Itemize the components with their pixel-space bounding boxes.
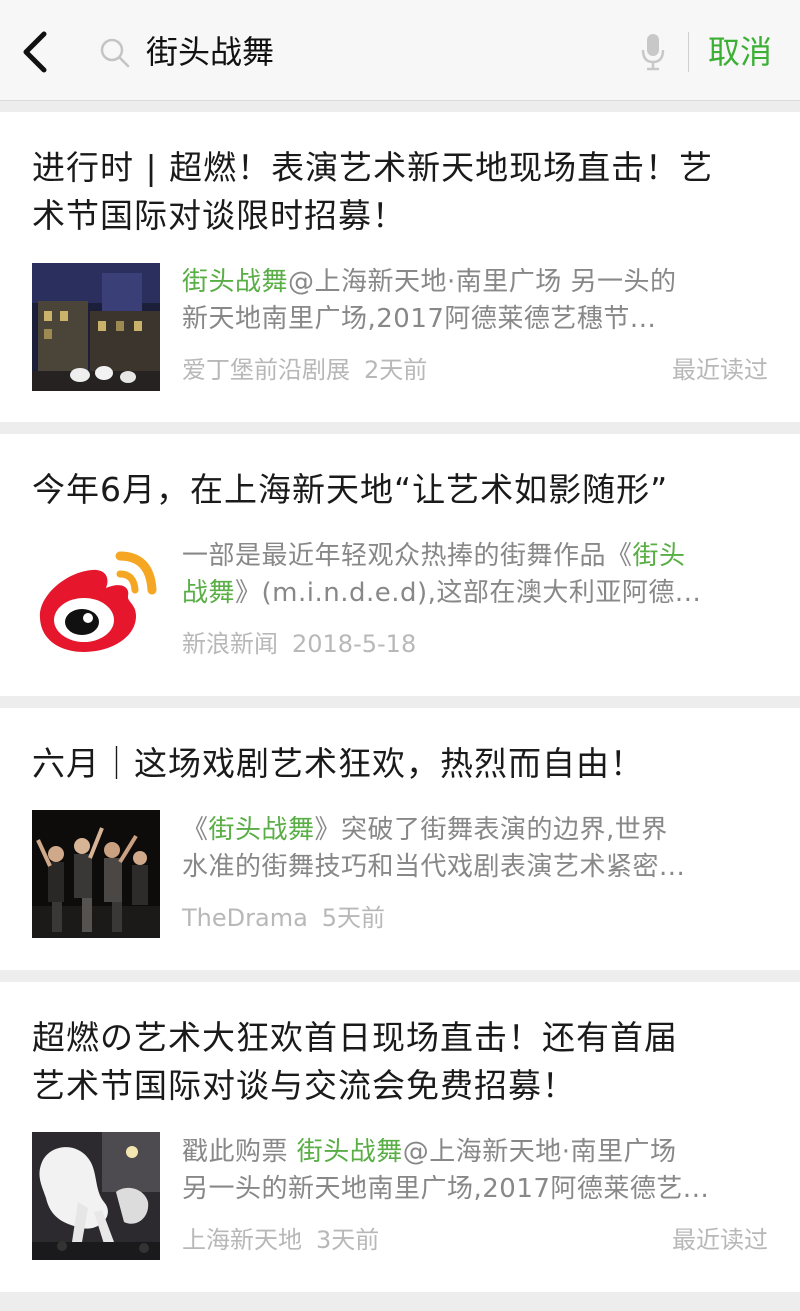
result-meta: 新浪新闻 2018-5-18 — [182, 628, 416, 660]
result-date: 3天前 — [316, 1226, 380, 1254]
recently-read-label: 最近读过 — [672, 356, 768, 384]
result-date: 5天前 — [321, 904, 386, 932]
result-date: 2天前 — [364, 356, 428, 384]
search-icon — [100, 38, 130, 68]
result-thumbnail — [32, 1132, 160, 1260]
result-source: 爱丁堡前沿剧展 — [182, 356, 350, 384]
result-title: 进行时 | 超燃！表演艺术新天地现场直击！艺 术节国际对谈限时招募！ — [32, 148, 714, 235]
dancers-photo-icon — [32, 810, 160, 938]
result-thumbnail — [32, 538, 160, 666]
result-meta: 爱丁堡前沿剧展 2天前 — [182, 354, 427, 386]
result-meta: TheDrama 5天前 — [182, 902, 385, 934]
search-header: 街头战舞 取消 — [0, 0, 800, 101]
result-meta: 上海新天地 3天前 — [182, 1224, 379, 1256]
night-street-photo-icon — [32, 263, 160, 391]
result-card[interactable]: 超燃の艺术大狂欢首日现场直击！还有首届 艺术节国际对谈与交流会免费招募！ 戳此购… — [0, 982, 800, 1292]
recently-read-label: 最近读过 — [672, 1226, 768, 1254]
result-title: 六月｜这场戏剧艺术狂欢，热烈而自由！ — [32, 744, 644, 783]
result-thumbnail — [32, 263, 160, 391]
white-horse-photo-icon — [32, 1132, 160, 1260]
search-input[interactable]: 街头战舞 — [146, 30, 274, 74]
result-snippet: 一部是最近年轻观众热捧的街舞作品《街头 战舞》(m.i.n.d.e.d),这部在… — [182, 541, 702, 608]
result-snippet: 《街头战舞》突破了街舞表演的边界,世界 水准的街舞技巧和当代戏剧表演艺术紧密..… — [182, 815, 686, 882]
result-snippet: 戳此购票 街头战舞@上海新天地·南里广场 另一头的新天地南里广场,2017阿德莱… — [182, 1137, 710, 1204]
result-source: 上海新天地 — [182, 1226, 302, 1254]
result-date: 2018-5-18 — [292, 630, 417, 658]
result-title: 超燃の艺术大狂欢首日现场直击！还有首届 艺术节国际对谈与交流会免费招募！ — [32, 1018, 678, 1105]
divider — [688, 32, 689, 72]
result-title: 今年6月，在上海新天地“让艺术如影随形” — [32, 470, 669, 509]
result-card[interactable]: 今年6月，在上海新天地“让艺术如影随形” 一部是最近年轻观众热捧的街舞作品《街头… — [0, 434, 800, 696]
microphone-icon[interactable] — [640, 32, 666, 72]
cancel-button[interactable]: 取消 — [708, 30, 772, 74]
result-thumbnail — [32, 810, 160, 938]
result-card[interactable]: 进行时 | 超燃！表演艺术新天地现场直击！艺 术节国际对谈限时招募！ 街头战舞@… — [0, 112, 800, 422]
back-arrow-icon[interactable] — [14, 28, 58, 76]
result-source: 新浪新闻 — [182, 630, 278, 658]
result-source: TheDrama — [182, 904, 308, 932]
result-snippet: 街头战舞@上海新天地·南里广场 另一头的 新天地南里广场,2017阿德莱德艺穗节… — [182, 267, 677, 334]
result-card[interactable]: 六月｜这场戏剧艺术狂欢，热烈而自由！ 《街头战舞》突破了街舞表演的边界,世界 水… — [0, 708, 800, 970]
weibo-logo-icon — [32, 538, 160, 666]
